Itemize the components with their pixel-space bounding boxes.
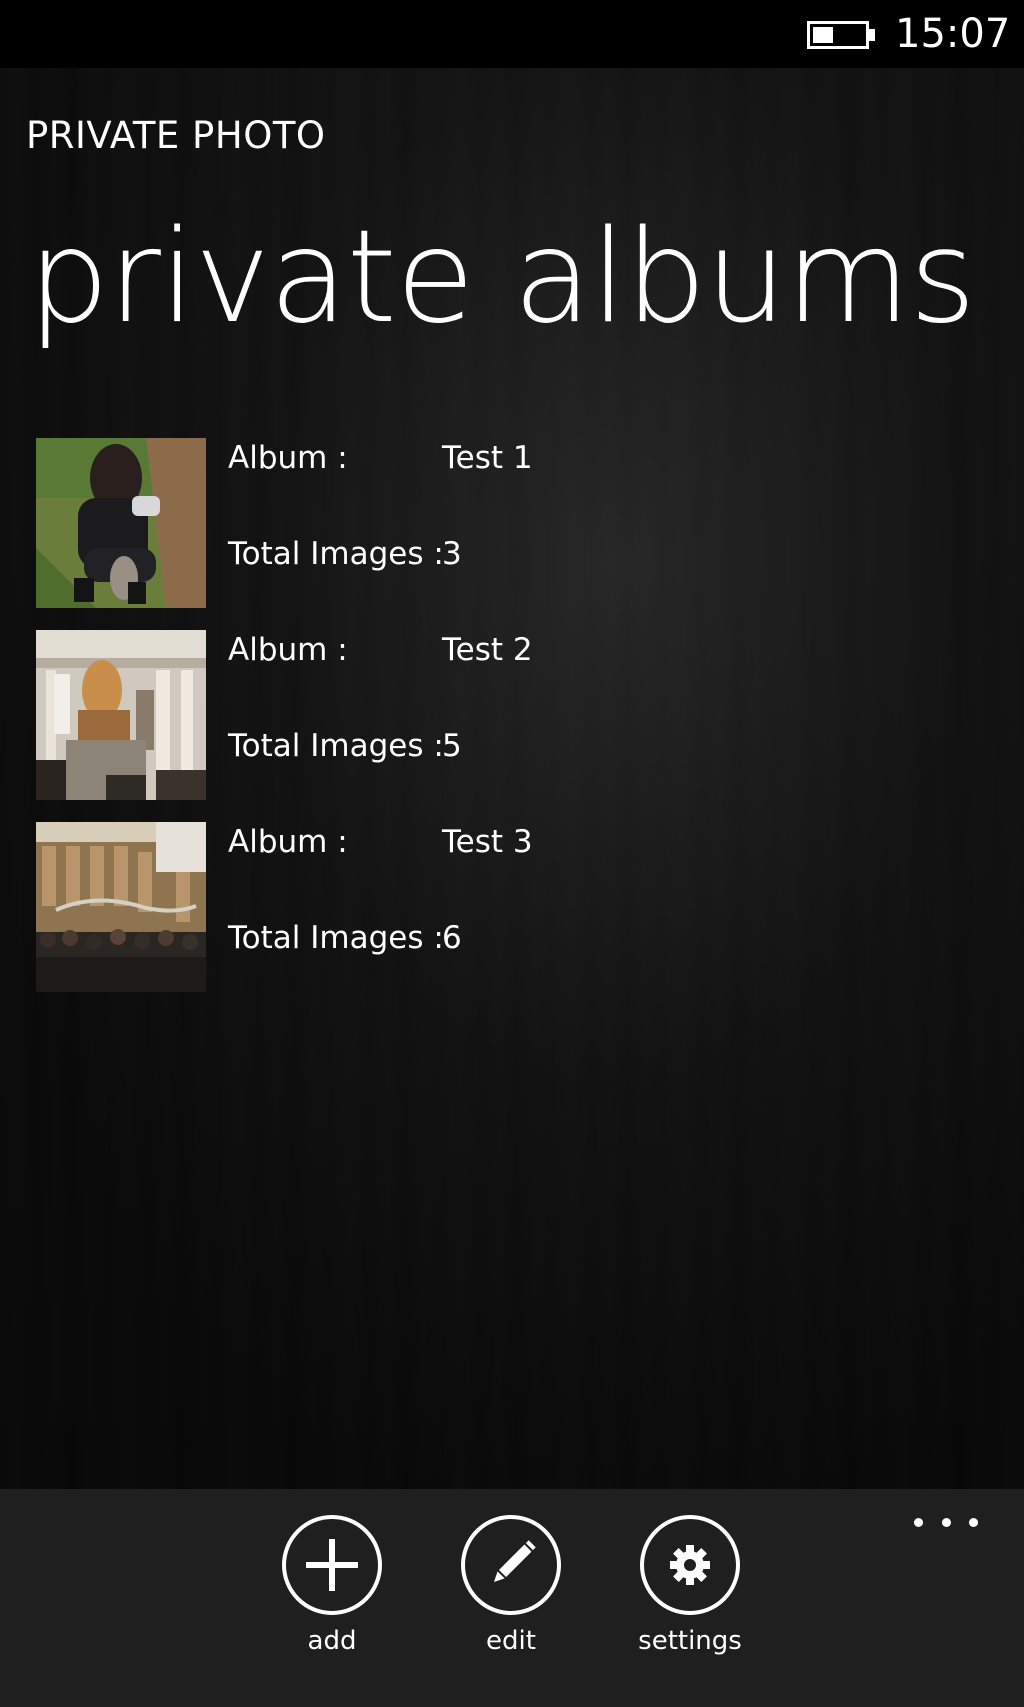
edit-button[interactable]: edit [446,1515,576,1685]
total-images-label: Total Images : [228,728,444,764]
battery-icon [807,21,869,49]
total-images-count: 5 [442,728,462,764]
album-item[interactable]: Album : Test 2 Total Images : 5 [36,630,736,800]
status-bar: 15:07 [0,0,1024,68]
app-title: PRIVATE PHOTO [26,114,326,157]
dot [969,1517,978,1527]
album-thumbnail[interactable] [36,438,206,608]
dot [914,1517,923,1527]
plus-icon [282,1515,382,1615]
album-item[interactable]: Album : Test 3 Total Images : 6 [36,822,736,992]
pencil-icon [461,1515,561,1615]
clock: 15:07 [895,11,1011,57]
main-content: PRIVATE PHOTO private albums Album: Tes… [0,68,1024,1489]
app-bar: add edit settings [0,1489,1024,1707]
album-label: Album : [228,824,348,860]
page-title: private albums [28,203,976,352]
add-label: add [307,1626,357,1656]
album-thumbnail[interactable] [36,822,206,992]
album-name: Test 2 [442,632,533,668]
album-label: Album : [228,440,348,476]
ellipsis-icon[interactable] [914,1507,978,1537]
album-item[interactable]: Album : Test 1 Total Images : 3 [36,438,736,608]
total-images-label: Total Images : [228,920,444,956]
dot [941,1517,951,1527]
battery-tip [869,29,875,41]
battery-level [813,27,833,43]
album-thumbnail[interactable] [36,630,206,800]
total-images-count: 3 [442,536,462,572]
album-label: Album : [228,632,348,668]
album-name: Test 3 [442,824,533,860]
settings-button[interactable]: settings [625,1515,755,1685]
album-list: Album : Test 1 Total Images : 3 Album: … [36,438,736,1014]
gear-icon [640,1515,740,1615]
total-images-label: Total Images : [228,536,444,572]
total-images-count: 6 [442,920,462,956]
add-button[interactable]: add [267,1515,397,1685]
settings-label: settings [638,1626,742,1656]
album-name: Test 1 [442,440,533,476]
edit-label: edit [486,1626,536,1656]
